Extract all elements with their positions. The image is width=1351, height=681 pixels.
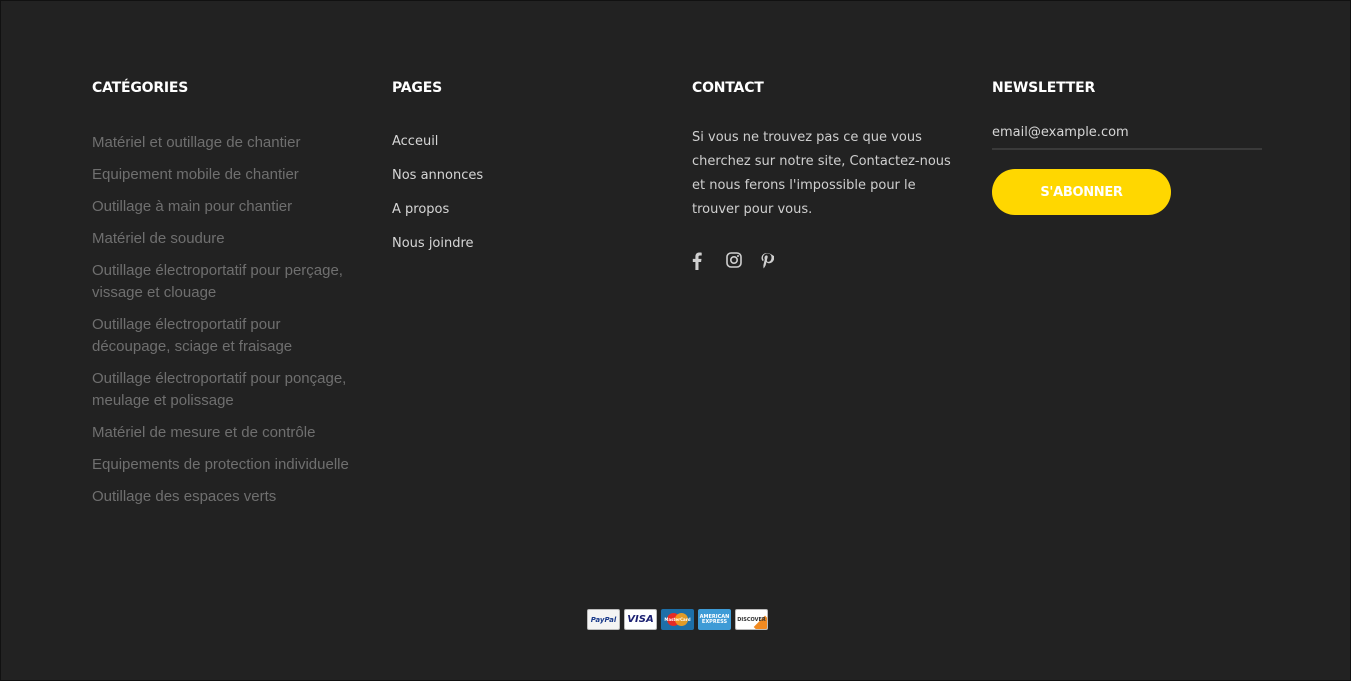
category-link[interactable]: Outillage électroportatif pour découpage… bbox=[92, 314, 362, 358]
instagram-icon[interactable] bbox=[726, 252, 742, 270]
categories-list: Matériel et outillage de chantier Equipe… bbox=[92, 132, 362, 508]
payment-methods: PayPal VISA MasterCard AMERICAN EXPRESS … bbox=[587, 609, 768, 630]
categories-column: CATÉGORIES Matériel et outillage de chan… bbox=[92, 80, 362, 518]
contact-column: CONTACT Si vous ne trouvez pas ce que vo… bbox=[692, 80, 972, 270]
newsletter-email-input[interactable] bbox=[992, 125, 1262, 150]
social-links bbox=[692, 252, 972, 270]
pages-heading: PAGES bbox=[392, 80, 442, 96]
newsletter-heading: NEWSLETTER bbox=[992, 80, 1096, 96]
facebook-icon[interactable] bbox=[692, 252, 708, 270]
pages-column: PAGES Acceuil Nos annonces A propos Nous… bbox=[392, 80, 662, 268]
category-link[interactable]: Outillage électroportatif pour perçage, … bbox=[92, 260, 362, 304]
paypal-icon: PayPal bbox=[587, 609, 620, 630]
newsletter-column: NEWSLETTER S'ABONNER bbox=[992, 80, 1264, 215]
category-link[interactable]: Outillage à main pour chantier bbox=[92, 196, 362, 218]
category-link[interactable]: Equipements de protection individuelle bbox=[92, 454, 362, 476]
page-link-about[interactable]: A propos bbox=[392, 200, 662, 220]
pinterest-icon[interactable] bbox=[760, 252, 776, 270]
page-link-home[interactable]: Acceuil bbox=[392, 132, 662, 152]
visa-icon: VISA bbox=[624, 609, 657, 630]
category-link[interactable]: Equipement mobile de chantier bbox=[92, 164, 362, 186]
site-footer: CATÉGORIES Matériel et outillage de chan… bbox=[0, 0, 1351, 681]
page-link-contact[interactable]: Nous joindre bbox=[392, 234, 662, 254]
category-link[interactable]: Outillage des espaces verts bbox=[92, 486, 362, 508]
amex-icon: AMERICAN EXPRESS bbox=[698, 609, 731, 630]
mastercard-icon: MasterCard bbox=[661, 609, 694, 630]
category-link[interactable]: Matériel de soudure bbox=[92, 228, 362, 250]
category-link[interactable]: Outillage électroportatif pour ponçage, … bbox=[92, 368, 362, 412]
subscribe-button[interactable]: S'ABONNER bbox=[992, 169, 1171, 215]
contact-text: Si vous ne trouvez pas ce que vous cherc… bbox=[692, 130, 951, 217]
pages-list: Acceuil Nos annonces A propos Nous joind… bbox=[392, 132, 662, 254]
category-link[interactable]: Matériel de mesure et de contrôle bbox=[92, 422, 362, 444]
category-link[interactable]: Matériel et outillage de chantier bbox=[92, 132, 362, 154]
contact-heading: CONTACT bbox=[692, 80, 764, 96]
categories-heading: CATÉGORIES bbox=[92, 80, 189, 96]
page-link-listings[interactable]: Nos annonces bbox=[392, 166, 662, 186]
discover-icon: DISCOVER bbox=[735, 609, 768, 630]
